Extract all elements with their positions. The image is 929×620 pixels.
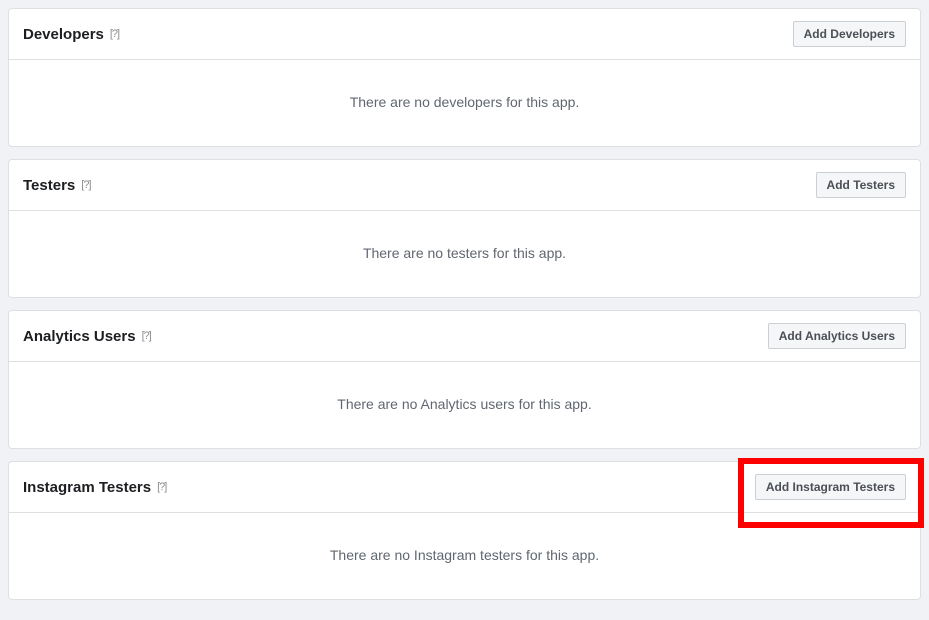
help-icon[interactable]: [?] [81,179,90,191]
instagram-testers-empty-message: There are no Instagram testers for this … [330,547,599,563]
developers-body: There are no developers for this app. [9,60,920,146]
testers-header-left: Testers [?] [23,177,91,194]
developers-header-left: Developers [?] [23,26,119,43]
testers-body: There are no testers for this app. [9,211,920,297]
instagram-testers-body: There are no Instagram testers for this … [9,513,920,599]
analytics-users-empty-message: There are no Analytics users for this ap… [337,396,591,412]
developers-header: Developers [?] Add Developers [9,9,920,60]
add-analytics-users-button[interactable]: Add Analytics Users [768,323,906,349]
help-icon[interactable]: [?] [157,481,166,493]
testers-title: Testers [23,177,75,194]
testers-header: Testers [?] Add Testers [9,160,920,211]
developers-empty-message: There are no developers for this app. [350,94,580,110]
testers-section: Testers [?] Add Testers There are no tes… [8,159,921,298]
analytics-users-section: Analytics Users [?] Add Analytics Users … [8,310,921,449]
add-instagram-testers-button[interactable]: Add Instagram Testers [755,474,906,500]
developers-title: Developers [23,26,104,43]
developers-section: Developers [?] Add Developers There are … [8,8,921,147]
help-icon[interactable]: [?] [110,28,119,40]
instagram-testers-header: Instagram Testers [?] Add Instagram Test… [9,462,920,513]
instagram-testers-section: Instagram Testers [?] Add Instagram Test… [8,461,921,600]
testers-empty-message: There are no testers for this app. [363,245,566,261]
analytics-users-title: Analytics Users [23,328,136,345]
analytics-users-body: There are no Analytics users for this ap… [9,362,920,448]
add-testers-button[interactable]: Add Testers [816,172,906,198]
instagram-testers-title: Instagram Testers [23,479,151,496]
add-developers-button[interactable]: Add Developers [793,21,906,47]
help-icon[interactable]: [?] [142,330,151,342]
instagram-testers-header-left: Instagram Testers [?] [23,479,166,496]
analytics-users-header-left: Analytics Users [?] [23,328,151,345]
analytics-users-header: Analytics Users [?] Add Analytics Users [9,311,920,362]
